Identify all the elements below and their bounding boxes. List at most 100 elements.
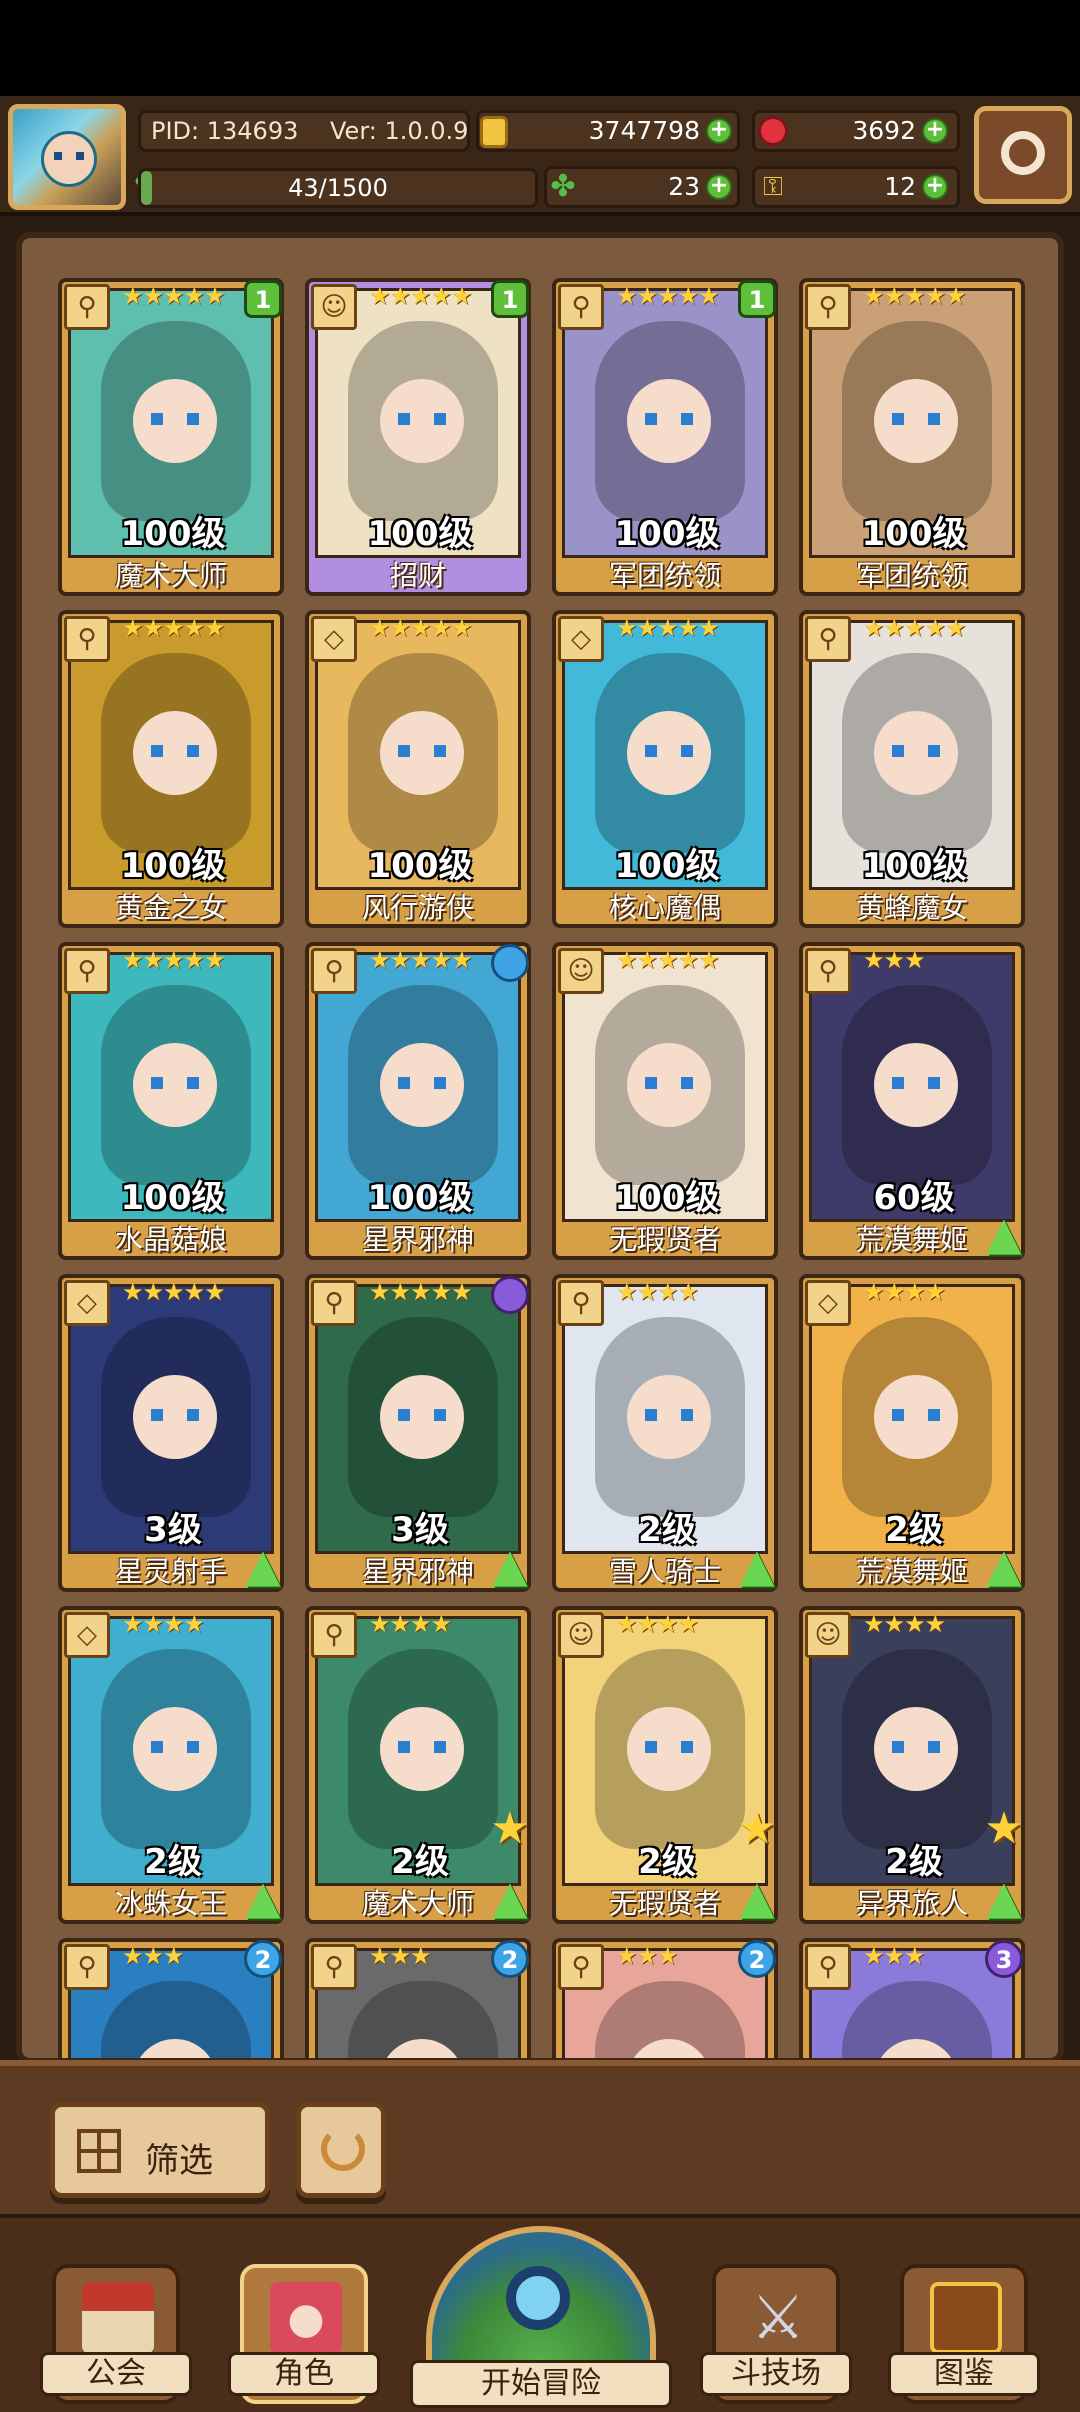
character-face [874, 1375, 958, 1459]
character-card[interactable]: ⚲ ★★★★★ 100级 军团统领 [799, 278, 1025, 596]
class-type-icon: ◇ [64, 1280, 110, 1326]
character-name: 魔术大师 [114, 559, 227, 592]
nav-guild[interactable]: 公会 [40, 2264, 192, 2404]
class-type-icon: ◇ [805, 1280, 851, 1326]
filter-toolbar: 筛选 [0, 2060, 1080, 2214]
add-keys-button[interactable]: + [922, 174, 948, 200]
class-type-icon: ◇ [64, 1612, 110, 1658]
character-name: 军团统领 [855, 559, 968, 592]
nav-codex[interactable]: 图鉴 [888, 2264, 1040, 2404]
character-card[interactable]: ⚲ ★★★★★ 100级 黄蜂魔女 [799, 610, 1025, 928]
character-card[interactable]: ☺ ★★★★★ 100级 无瑕贤者 [552, 942, 778, 1260]
character-card[interactable]: ⚲ ★★★ 3 [799, 1938, 1025, 2058]
character-card[interactable]: ⚲ ★★★★★ 100级 魔术大师 1 [58, 278, 284, 596]
filter-label: 筛选 [145, 2141, 213, 2181]
pid-text: PID: 134693 [151, 117, 299, 145]
character-card[interactable]: ◇ ★★★★★ 100级 风行游侠 [305, 610, 531, 928]
character-level: 100级 [367, 514, 473, 554]
character-face [133, 1043, 217, 1127]
star-rating: ★★★★ [616, 1278, 699, 1306]
character-card[interactable]: ◇ ★★★★★ 100级 核心魔偶 [552, 610, 778, 928]
character-face [874, 379, 958, 463]
rank-badge: 1 [244, 280, 282, 318]
character-card[interactable]: ◇ ★★★★★ 3级 星灵射手 ▲ [58, 1274, 284, 1592]
character-card[interactable]: ⚲ ★★★★ 2级 魔术大师 ★ ▲ [305, 1606, 531, 1924]
gear-icon [1001, 131, 1045, 175]
add-gems-button[interactable]: + [922, 118, 948, 144]
star-rating: ★★★★★ [863, 614, 967, 642]
character-face [133, 1375, 217, 1459]
class-type-icon: ⚲ [64, 616, 110, 662]
class-type-icon: ⚲ [311, 1944, 357, 1990]
version-box: Ver: 1.0.0.9 [320, 110, 470, 152]
character-card[interactable]: ⚲ ★★★ 2 [58, 1938, 284, 2058]
character-card[interactable]: ◇ ★★★★ 2级 荒漠舞姬 ▲ [799, 1274, 1025, 1592]
character-card[interactable]: ◇ ★★★★ 2级 冰蛛女王 ▲ [58, 1606, 284, 1924]
character-card[interactable]: ⚲ ★★★ 60级 荒漠舞姬 ▲ [799, 942, 1025, 1260]
rank-badge: 2 [738, 1940, 776, 1978]
character-card[interactable]: ☺ ★★★★ 2级 无瑕贤者 ★ ▲ [552, 1606, 778, 1924]
class-type-icon: ☺ [311, 284, 357, 330]
class-type-icon: ☺ [558, 1612, 604, 1658]
start-adventure-label: 开始冒险 [410, 2360, 672, 2408]
nav-arena-label: 斗技场 [700, 2352, 852, 2396]
star-upgrade-icon: ★ [490, 1803, 530, 1854]
star-rating: ★★★ [616, 1942, 679, 1970]
nav-characters[interactable]: 角色 [228, 2264, 380, 2404]
book-icon [930, 2282, 1002, 2354]
character-level: 100级 [367, 846, 473, 886]
settings-button[interactable] [974, 106, 1072, 204]
magnifier-icon [506, 2266, 570, 2330]
guild-house-icon [82, 2282, 154, 2354]
character-level: 100级 [120, 846, 226, 886]
star-rating: ★★★★★ [369, 1278, 473, 1306]
character-face [380, 1043, 464, 1127]
player-avatar[interactable] [8, 104, 126, 210]
character-name: 风行游侠 [361, 891, 474, 924]
character-card[interactable]: ⚲ ★★★ 2 [305, 1938, 531, 2058]
character-card[interactable]: ☺ ★★★★ 2级 异界旅人 ★ ▲ [799, 1606, 1025, 1924]
class-type-icon: ⚲ [311, 1280, 357, 1326]
keys-value: 12 [884, 172, 916, 201]
rank-badge [491, 1276, 529, 1314]
rank-badge [491, 944, 529, 982]
character-card[interactable]: ⚲ ★★★★★ 3级 星界邪神 ▲ [305, 1274, 531, 1592]
class-type-icon: ⚲ [805, 616, 851, 662]
character-face [627, 1375, 711, 1459]
player-header: PID: 134693 Ver: 1.0.0.9 3747798 + 3692 … [0, 96, 1080, 216]
refresh-button[interactable] [296, 2102, 386, 2198]
red-gem-icon [758, 116, 788, 146]
upgrade-arrow-icon: ▲ [986, 1206, 1022, 1260]
star-rating: ★★★★★ [369, 614, 473, 642]
add-clover-button[interactable]: + [706, 174, 732, 200]
star-rating: ★★★★ [369, 1610, 452, 1638]
character-panel: ⚲ ★★★★★ 100级 魔术大师 1 ☺ ★★★★★ 100级 招财 1 ⚲ … [0, 216, 1080, 2064]
character-grid[interactable]: ⚲ ★★★★★ 100级 魔术大师 1 ☺ ★★★★★ 100级 招财 1 ⚲ … [16, 232, 1064, 2064]
class-type-icon: ☺ [805, 1612, 851, 1658]
character-card[interactable]: ☺ ★★★★★ 100级 招财 1 [305, 278, 531, 596]
star-rating: ★★★★★ [122, 946, 226, 974]
star-rating: ★★★★★ [369, 946, 473, 974]
character-name: 星界邪神 [361, 1223, 474, 1256]
gold-value: 3747798 [588, 116, 700, 145]
character-card[interactable]: ⚲ ★★★★ 2级 雪人骑士 ▲ [552, 1274, 778, 1592]
class-type-icon: ⚲ [558, 284, 604, 330]
character-face-icon [270, 2282, 342, 2354]
character-card[interactable]: ⚲ ★★★ 2 [552, 1938, 778, 2058]
character-name: 黄蜂魔女 [855, 891, 968, 924]
character-card[interactable]: ⚲ ★★★★★ 100级 黄金之女 [58, 610, 284, 928]
class-type-icon: ⚲ [311, 948, 357, 994]
class-type-icon: ⚲ [64, 284, 110, 330]
nav-arena[interactable]: ⚔ 斗技场 [700, 2264, 852, 2404]
add-gold-button[interactable]: + [706, 118, 732, 144]
character-face [380, 1707, 464, 1791]
start-adventure-button[interactable]: 开始冒险 [410, 2226, 672, 2412]
class-type-icon: ◇ [558, 616, 604, 662]
character-card[interactable]: ⚲ ★★★★★ 100级 星界邪神 [305, 942, 531, 1260]
character-card[interactable]: ⚲ ★★★★★ 100级 水晶菇娘 [58, 942, 284, 1260]
star-rating: ★★★★★ [122, 614, 226, 642]
filter-button[interactable]: 筛选 [50, 2102, 270, 2198]
character-card[interactable]: ⚲ ★★★★★ 100级 军团统领 1 [552, 278, 778, 596]
rank-badge: 1 [738, 280, 776, 318]
character-level: 100级 [367, 1178, 473, 1218]
